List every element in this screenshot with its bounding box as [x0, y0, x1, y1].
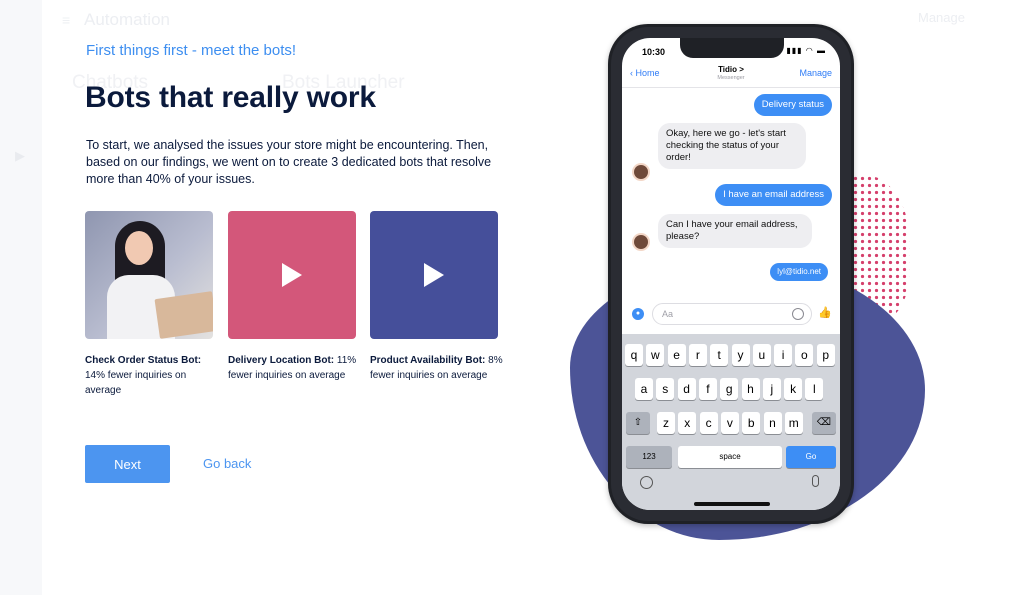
key-space[interactable]: space — [678, 446, 782, 468]
message-outgoing: Delivery status — [753, 94, 832, 116]
bot-avatar — [632, 233, 650, 251]
intro-subtitle: First things first - meet the bots! — [86, 42, 297, 59]
emoji-icon[interactable] — [792, 308, 804, 320]
globe-icon[interactable] — [640, 476, 653, 489]
key-y[interactable]: y — [731, 344, 750, 366]
home-indicator — [694, 502, 770, 506]
key-l[interactable]: l — [805, 378, 824, 400]
key-p[interactable]: p — [816, 344, 835, 366]
key-n[interactable]: n — [763, 412, 782, 434]
next-button[interactable]: Next — [85, 445, 170, 483]
play-icon[interactable] — [282, 263, 302, 287]
background-sidebar: ▶ — [0, 0, 42, 595]
key-delete[interactable]: ⌫ — [812, 412, 836, 434]
intro-description: To start, we analysed the issues your st… — [86, 138, 492, 186]
key-v[interactable]: v — [720, 412, 739, 434]
background-menu-icon: ≡ — [62, 12, 71, 28]
woman-with-box-image — [107, 217, 213, 339]
message-incoming: Can I have your email address, please? — [658, 214, 812, 248]
key-k[interactable]: k — [784, 378, 803, 400]
key-x[interactable]: x — [678, 412, 697, 434]
key-r[interactable]: r — [688, 344, 707, 366]
key-g[interactable]: g — [720, 378, 739, 400]
key-e[interactable]: e — [667, 344, 686, 366]
message-input[interactable]: Aa — [652, 303, 812, 325]
go-back-link[interactable]: Go back — [203, 456, 251, 471]
key-u[interactable]: u — [752, 344, 771, 366]
status-bar-icons: ▮▮▮ ◠ ▬ — [786, 46, 826, 55]
key-j[interactable]: j — [762, 378, 781, 400]
messenger-header: ‹ Home Tidio > Messenger Manage — [622, 62, 840, 88]
bot-avatar — [632, 163, 650, 181]
background-sidebar-icon: ▶ — [15, 148, 25, 163]
message-incoming: Okay, here we go - let's start checking … — [658, 123, 806, 169]
bot-caption-product-availability: Product Availability Bot: 8% fewer inqui… — [370, 353, 505, 383]
key-m[interactable]: m — [784, 412, 803, 434]
on-screen-keyboard: qwertyuiop asdfghjkl zxcvbnm ⇧ ⌫ 123 spa… — [622, 334, 840, 510]
message-outgoing: I have an email address — [715, 184, 832, 206]
manage-link[interactable]: Manage — [799, 68, 832, 78]
message-composer: ● Aa 👍 — [622, 300, 840, 328]
bot-name: Check Order Status Bot: — [85, 355, 202, 366]
video-thumbnail-product-availability[interactable] — [370, 211, 498, 339]
background-app-title: Automation — [84, 10, 170, 29]
play-icon[interactable] — [424, 263, 444, 287]
key-h[interactable]: h — [741, 378, 760, 400]
phone-mockup: 10:30 ▮▮▮ ◠ ▬ ‹ Home Tidio > Messenger M… — [608, 24, 854, 524]
phone-notch — [680, 38, 784, 58]
key-o[interactable]: o — [795, 344, 814, 366]
status-time: 10:30 — [642, 47, 666, 57]
phone-screen: 10:30 ▮▮▮ ◠ ▬ ‹ Home Tidio > Messenger M… — [622, 38, 840, 510]
key-z[interactable]: z — [657, 412, 675, 434]
microphone-icon[interactable] — [812, 475, 819, 487]
bot-caption-order-status: Check Order Status Bot: 14% fewer inquir… — [85, 353, 220, 398]
message-outgoing: lyl@tidio.net — [770, 263, 828, 281]
key-s[interactable]: s — [656, 378, 675, 400]
bot-name: Product Availability Bot: — [370, 355, 486, 366]
background-manage: Manage — [918, 10, 965, 25]
bot-caption-delivery-location: Delivery Location Bot: 11% fewer inquiri… — [228, 353, 363, 383]
key-shift[interactable]: ⇧ — [626, 412, 650, 434]
menu-dot-icon[interactable]: ● — [632, 308, 644, 320]
thumbs-up-icon[interactable]: 👍 — [818, 306, 832, 319]
key-numbers[interactable]: 123 — [626, 446, 672, 468]
key-c[interactable]: c — [699, 412, 718, 434]
key-f[interactable]: f — [698, 378, 717, 400]
page-title: Bots that really work — [85, 81, 376, 114]
key-d[interactable]: d — [677, 378, 696, 400]
key-go[interactable]: Go — [786, 446, 836, 468]
key-b[interactable]: b — [742, 412, 761, 434]
bot-detail: 14% fewer inquiries on average — [85, 370, 187, 396]
key-t[interactable]: t — [710, 344, 729, 366]
key-q[interactable]: q — [625, 344, 643, 366]
video-thumbnail-delivery-location[interactable] — [228, 211, 356, 339]
onboarding-page: ▶ ≡ Automation Chatbots Bots Launcher Ma… — [0, 0, 1024, 595]
key-i[interactable]: i — [774, 344, 793, 366]
key-w[interactable]: w — [646, 344, 665, 366]
video-thumbnail-order-status[interactable] — [85, 211, 213, 339]
bot-name: Delivery Location Bot: — [228, 355, 335, 366]
key-a[interactable]: a — [635, 378, 653, 400]
